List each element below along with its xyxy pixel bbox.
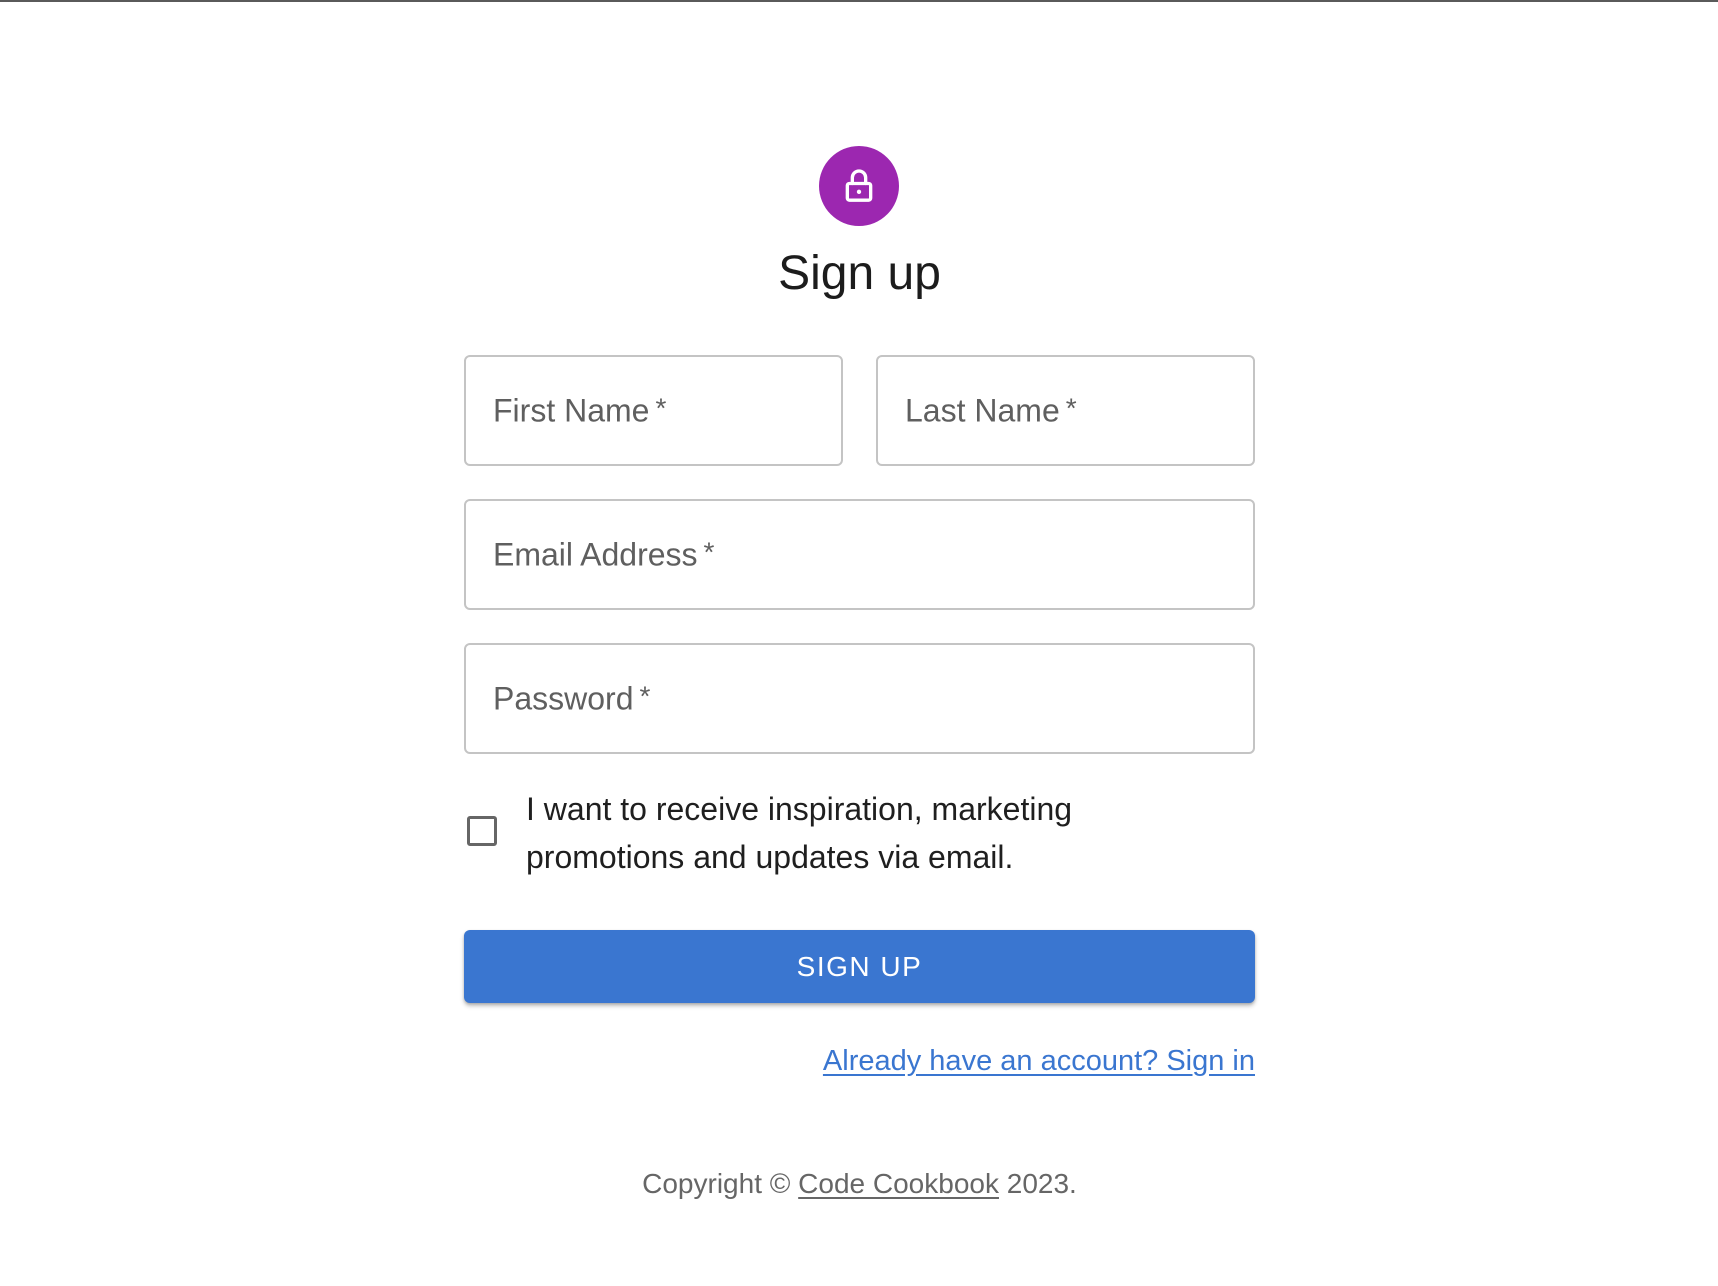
- sign-in-link[interactable]: Already have an account? Sign in: [823, 1042, 1255, 1080]
- email-field[interactable]: Email Address *: [464, 499, 1255, 610]
- last-name-field[interactable]: Last Name *: [876, 355, 1255, 466]
- avatar: [819, 146, 899, 226]
- sign-up-button[interactable]: SIGN UP: [464, 930, 1255, 1003]
- page-title: Sign up: [778, 247, 941, 300]
- email-input[interactable]: [466, 501, 1253, 608]
- lock-outline-icon: [845, 169, 873, 202]
- password-input[interactable]: [466, 645, 1253, 752]
- password-field[interactable]: Password *: [464, 643, 1255, 754]
- copyright-footer: Copyright © Code Cookbook 2023.: [464, 1165, 1255, 1203]
- last-name-input[interactable]: [878, 357, 1253, 464]
- code-cookbook-link[interactable]: Code Cookbook: [798, 1168, 999, 1199]
- copyright-prefix: Copyright ©: [642, 1168, 791, 1199]
- first-name-input[interactable]: [466, 357, 841, 464]
- top-divider: [0, 0, 1718, 2]
- marketing-opt-in-checkbox[interactable]: [467, 816, 497, 846]
- copyright-year: 2023.: [1006, 1168, 1077, 1199]
- marketing-opt-in-label[interactable]: I want to receive inspiration, marketing…: [526, 785, 1146, 881]
- first-name-field[interactable]: First Name *: [464, 355, 843, 466]
